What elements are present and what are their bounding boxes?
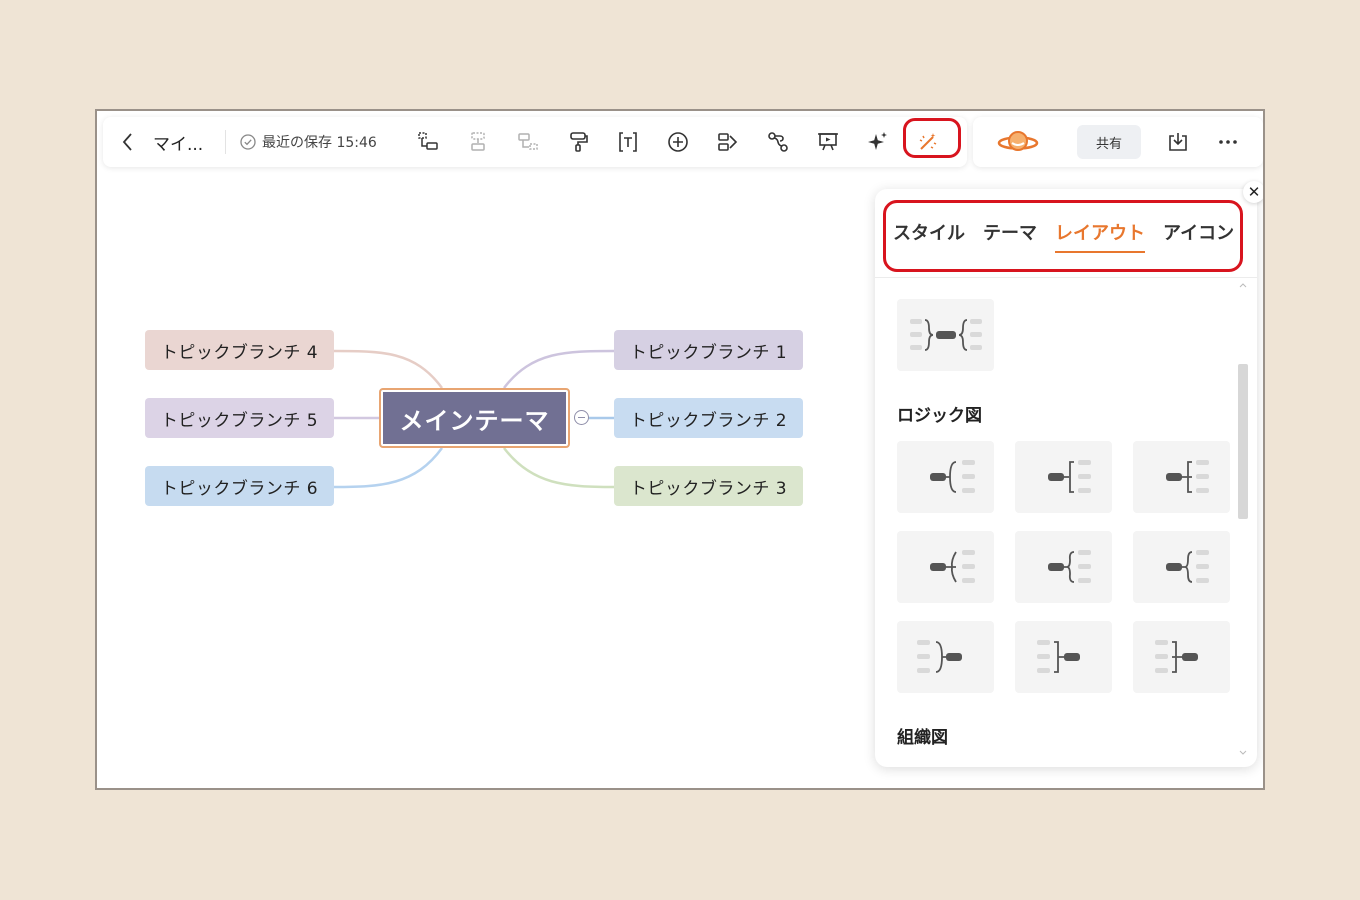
logic-left-bracket-icon <box>1036 640 1080 673</box>
layout-option-logic-9[interactable] <box>1133 621 1230 693</box>
layout-mindmap-icon <box>909 319 982 351</box>
section-org-title: 組織図 <box>897 728 948 748</box>
layout-option-logic-6[interactable] <box>1133 531 1230 603</box>
logic-left-curve-icon <box>916 640 962 673</box>
logic-right-curve-icon <box>929 460 975 493</box>
layout-option-logic-1[interactable] <box>897 441 994 513</box>
format-panel: スタイル テーマ レイアウト アイコン ロジック図 組織図 <box>875 189 1257 767</box>
layout-option-logic-2[interactable] <box>1015 441 1112 513</box>
highlight-magic-wand <box>903 118 961 158</box>
export-button[interactable] <box>1153 117 1203 167</box>
topic-branch-6[interactable]: トピックブランチ 6 <box>145 466 334 506</box>
topic-branch-4[interactable]: トピックブランチ 4 <box>145 330 334 370</box>
topic-branch-5[interactable]: トピックブランチ 5 <box>145 398 334 438</box>
topic-branch-3[interactable]: トピックブランチ 3 <box>614 466 803 506</box>
app-window: マイ... 最近の保存 15:46 共有 メインテーマ トピックブランチ 1 ト… <box>95 109 1265 790</box>
scroll-down-icon <box>1239 750 1247 755</box>
panel-scrollbar[interactable] <box>1237 281 1249 757</box>
scroll-up-icon <box>1239 283 1247 288</box>
highlight-panel-tabs <box>883 200 1243 272</box>
mindmap-connectors <box>333 349 615 489</box>
right-toolbar: 共有 <box>973 117 1263 167</box>
ai-button[interactable] <box>853 117 903 167</box>
layout-option-logic-3[interactable] <box>1133 441 1230 513</box>
layout-option-logic-7[interactable] <box>897 621 994 693</box>
collapse-toggle[interactable] <box>574 410 589 425</box>
scroll-thumb[interactable] <box>1238 364 1248 519</box>
logic-right-tree-icon <box>1165 460 1209 493</box>
layout-option-logic-8[interactable] <box>1015 621 1112 693</box>
topic-branch-1[interactable]: トピックブランチ 1 <box>614 330 803 370</box>
logic-right-brace-icon <box>1047 550 1091 583</box>
close-panel-button[interactable]: ✕ <box>1243 181 1263 203</box>
logic-left-tree-icon <box>1154 640 1198 673</box>
layout-option-logic-4[interactable] <box>897 531 994 603</box>
topic-branch-2[interactable]: トピックブランチ 2 <box>614 398 803 438</box>
logic-right-fan-icon <box>929 550 975 583</box>
logic-right-bracket-icon <box>1047 460 1091 493</box>
more-horizontal-icon <box>1219 140 1237 144</box>
logic-right-brace-alt-icon <box>1165 550 1209 583</box>
more-button[interactable] <box>1203 117 1253 167</box>
central-topic[interactable]: メインテーマ <box>379 388 570 448</box>
close-icon: ✕ <box>1247 183 1261 201</box>
planet-logo[interactable] <box>973 127 1063 157</box>
layout-option-mindmap[interactable] <box>897 299 994 371</box>
layout-option-logic-5[interactable] <box>1015 531 1112 603</box>
section-logic-title: ロジック図 <box>897 406 982 426</box>
share-button[interactable]: 共有 <box>1077 125 1141 159</box>
planet-icon <box>997 131 1039 151</box>
ai-sparkle-icon <box>868 132 887 150</box>
download-icon <box>1169 133 1187 151</box>
tab-separator <box>875 277 1257 278</box>
